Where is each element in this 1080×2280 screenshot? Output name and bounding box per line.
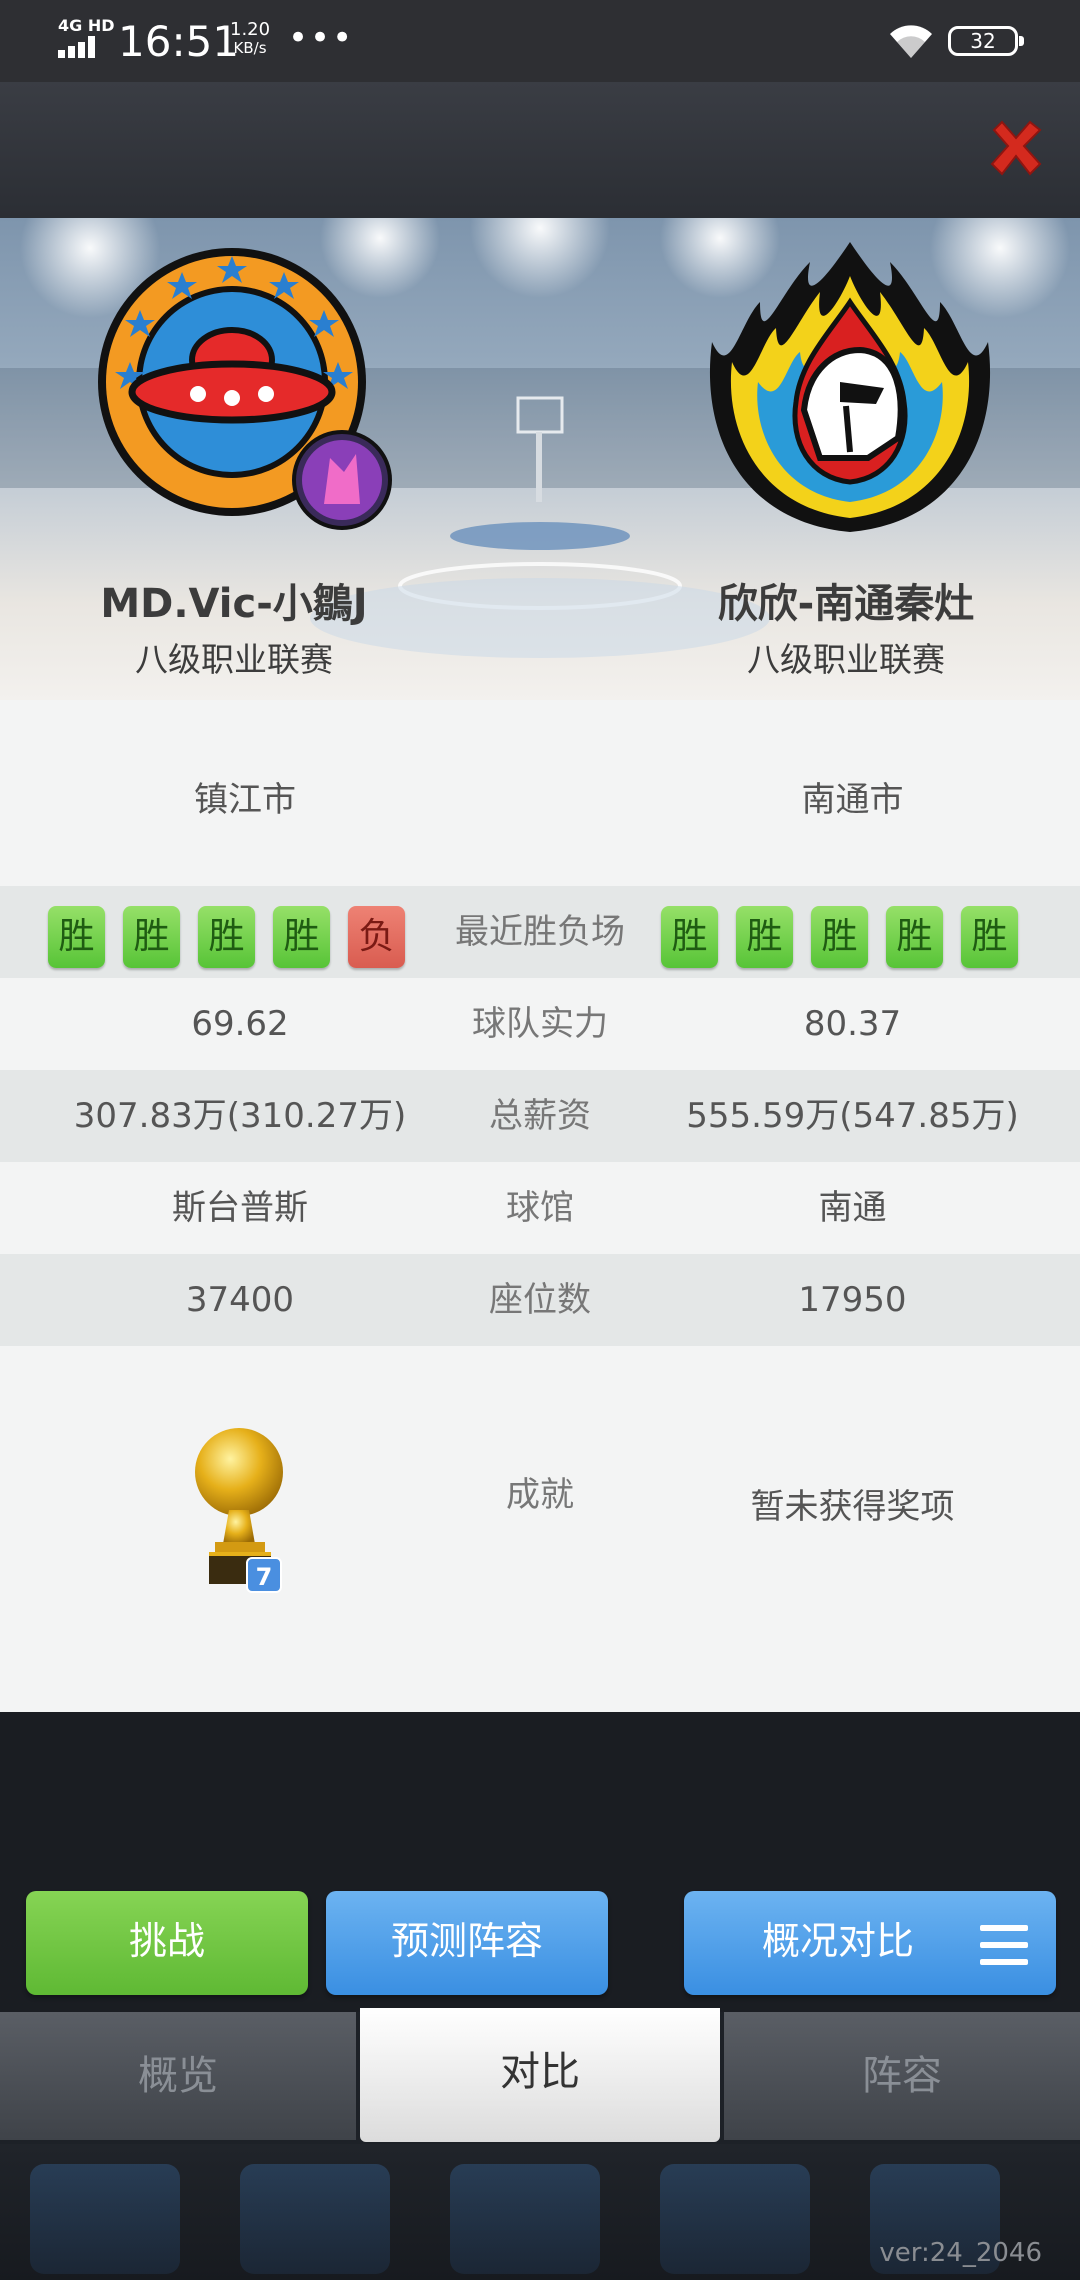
arena-row: 斯台普斯 球馆 南通 (0, 1162, 1080, 1254)
team-right-city: 南通市 (801, 780, 904, 820)
salary-row: 307.83万(310.27万) 总薪资 555.59万(547.85万) (0, 1070, 1080, 1162)
team-right-salary: 555.59万(547.85万) (686, 1096, 1019, 1136)
background-nav-icon (450, 2164, 600, 2274)
recent-result-badge: 胜 (48, 906, 105, 968)
recent-result-badge: 胜 (661, 906, 718, 968)
background-nav: ver:24_2046 (0, 2144, 1080, 2280)
achievement-row: 成就 暂未获得奖项 (0, 1346, 1080, 1710)
team-right-strength: 80.37 (803, 1004, 902, 1044)
status-bar: 4G HD 16:51 1.20 KB/s ••• 32 (0, 0, 1080, 82)
menu-icon (980, 1925, 1028, 1965)
dialog-header (0, 82, 1080, 218)
trophy-count: 7 (255, 1563, 273, 1591)
team-header: MD.Vic-小鶵J 八级职业联赛 欣欣-南通秦灶 八级职业联赛 (0, 218, 1080, 700)
seats-row: 37400 座位数 17950 (0, 1254, 1080, 1346)
recent-result-badge: 胜 (811, 906, 868, 968)
team-right-seats: 17950 (798, 1280, 907, 1320)
recent-result-badge: 胜 (198, 906, 255, 968)
team-left-name: MD.Vic-小鶵J (100, 581, 368, 627)
recent-result-badge: 胜 (273, 906, 330, 968)
signal-icon (58, 36, 104, 58)
network-speed: 1.20 KB/s (230, 19, 271, 57)
close-icon[interactable] (984, 116, 1048, 180)
more-dots-icon: ••• (288, 18, 355, 58)
recent-results-row: 胜 胜 胜 胜 负 最近胜负场 胜 胜 胜 胜 胜 (0, 886, 1080, 978)
version-label: ver:24_2046 (879, 2238, 1042, 2268)
challenge-button[interactable]: 挑战 (26, 1891, 308, 1995)
recent-result-badge: 胜 (123, 906, 180, 968)
team-right-arena: 南通 (818, 1188, 887, 1228)
background-nav-icon (240, 2164, 390, 2274)
achievement-label: 成就 (506, 1475, 574, 1515)
team-left-city: 镇江市 (194, 780, 296, 820)
salary-label: 总薪资 (489, 1096, 591, 1136)
comparison-table: 镇江市 南通市 胜 胜 胜 胜 负 最近胜负场 胜 胜 胜 胜 胜 69.62 … (0, 700, 1080, 1712)
team-left-logo (98, 248, 392, 530)
team-right-name: 欣欣-南通秦灶 (717, 581, 975, 627)
team-left-salary: 307.83万(310.27万) (73, 1096, 407, 1136)
team-left-seats: 37400 (185, 1280, 295, 1320)
battery-icon: 32 (948, 26, 1024, 56)
arena-label: 球馆 (506, 1188, 574, 1228)
clock: 16:51 (118, 17, 240, 66)
seats-label: 座位数 (489, 1280, 591, 1320)
predict-lineup-button[interactable]: 预测阵容 (326, 1891, 608, 1995)
tab-compare[interactable]: 对比 (360, 2008, 720, 2142)
recent-result-badge: 胜 (886, 906, 943, 968)
team-left-arena: 斯台普斯 (172, 1188, 308, 1228)
strength-label: 球队实力 (472, 1004, 608, 1044)
recent-label: 最近胜负场 (455, 912, 625, 952)
recent-result-badge: 负 (348, 906, 405, 968)
city-row: 镇江市 南通市 (0, 752, 1080, 848)
team-right-league: 八级职业联赛 (747, 640, 945, 679)
recent-result-badge: 胜 (736, 906, 793, 968)
wifi-icon (890, 25, 932, 58)
strength-row: 69.62 球队实力 80.37 (0, 978, 1080, 1070)
team-left-strength: 69.62 (191, 1004, 289, 1044)
team-right-logo (709, 242, 991, 532)
tab-overview[interactable]: 概览 (0, 2012, 356, 2140)
tab-bar: 概览 对比 阵容 (0, 2008, 1080, 2144)
overview-compare-button[interactable]: 概况对比 (684, 1891, 1056, 1995)
network-type: 4G HD (58, 16, 115, 35)
background-nav-icon (660, 2164, 810, 2274)
background-nav-icon (30, 2164, 180, 2274)
tab-lineup[interactable]: 阵容 (724, 2012, 1080, 2140)
team-right-achievement: 暂未获得奖项 (750, 1487, 955, 1527)
recent-result-badge: 胜 (961, 906, 1018, 968)
team-left-league: 八级职业联赛 (135, 640, 333, 679)
overview-compare-label: 概况对比 (762, 1919, 915, 1963)
